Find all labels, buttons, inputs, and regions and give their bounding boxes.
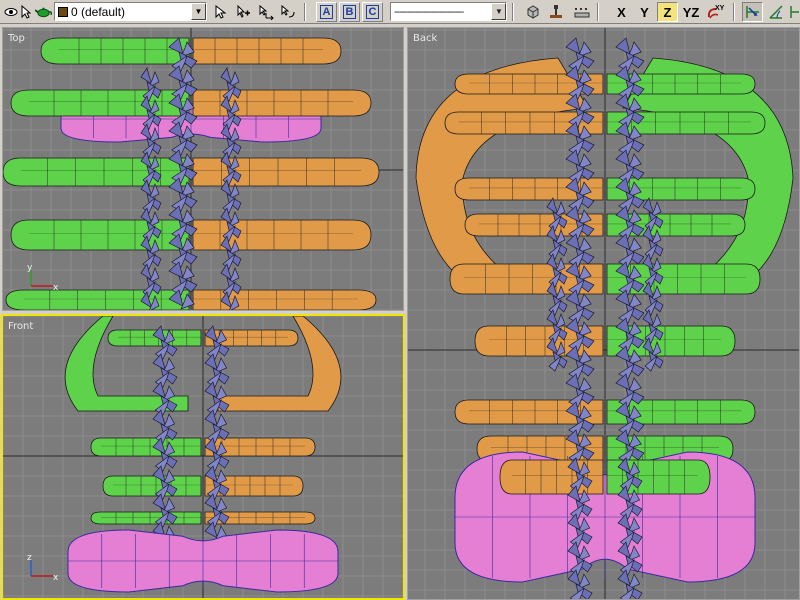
restrict-yz-button[interactable]: YZ bbox=[679, 2, 703, 22]
restrict-x-button[interactable]: X bbox=[611, 2, 632, 22]
layer-dropdown-value: 0 (default) bbox=[71, 4, 126, 19]
pointer-icon[interactable] bbox=[19, 2, 33, 22]
green-ring-left bbox=[3, 157, 190, 187]
chevron-down-icon[interactable]: ▼ bbox=[491, 3, 506, 20]
viewport-top[interactable]: Top y x bbox=[2, 27, 404, 311]
axis-z-tripod-label: z bbox=[27, 553, 32, 563]
viewport-front[interactable]: Front z x bbox=[1, 314, 405, 600]
orange-ring-right bbox=[192, 157, 380, 187]
percent-snap-icon[interactable] bbox=[787, 2, 800, 22]
viewport-back[interactable]: Back bbox=[407, 27, 800, 600]
green-ring-left bbox=[102, 475, 202, 497]
select-and-move-icon[interactable] bbox=[255, 2, 276, 22]
snap-b-label: B bbox=[342, 5, 357, 19]
select-and-rotate-icon[interactable] bbox=[277, 2, 298, 22]
toolbar-separator bbox=[733, 3, 735, 21]
green-ring-left bbox=[90, 437, 202, 457]
layer-color-swatch bbox=[58, 6, 68, 17]
axis-z-label: Z bbox=[663, 4, 672, 20]
restrict-z-button[interactable]: Z bbox=[657, 2, 678, 22]
layer-dropdown[interactable]: 0 (default) ▼ bbox=[54, 2, 207, 21]
green-ring-left bbox=[10, 89, 190, 117]
snap-c-label: C bbox=[365, 5, 380, 19]
axis-y-label: Y bbox=[640, 4, 649, 20]
snap-a-label: A bbox=[319, 5, 334, 19]
align-icon[interactable] bbox=[545, 2, 566, 22]
chain-mesh bbox=[615, 37, 631, 55]
snap-c-button[interactable]: C bbox=[362, 2, 383, 22]
viewport-back-label[interactable]: Back bbox=[413, 33, 437, 44]
toolbar-separator bbox=[304, 3, 306, 21]
snap-b-button[interactable]: B bbox=[339, 2, 360, 22]
select-and-link-icon[interactable] bbox=[233, 2, 254, 22]
green-ring-left bbox=[10, 219, 190, 251]
axis-x-tripod-label: x bbox=[53, 573, 59, 582]
toolbar-separator bbox=[512, 3, 514, 21]
axis-xy-super-label: XY bbox=[715, 5, 725, 12]
snap-toggle-icon[interactable] bbox=[742, 2, 763, 22]
axis-yz-label: YZ bbox=[682, 4, 700, 20]
viewport-top-label[interactable]: Top bbox=[8, 33, 25, 44]
spacing-tool-icon[interactable] bbox=[571, 2, 592, 22]
viewport-area: Top y x Front z x Back bbox=[0, 24, 800, 600]
viewport-front-label[interactable]: Front bbox=[8, 321, 33, 332]
orange-ring-right bbox=[192, 219, 372, 251]
axis-y-tripod-label: y bbox=[27, 263, 33, 273]
axis-x-label: X bbox=[617, 4, 626, 20]
orange-ring-right bbox=[192, 89, 372, 117]
restrict-xy-plane-button[interactable]: XY bbox=[703, 2, 727, 22]
toolbar-separator bbox=[597, 3, 599, 21]
restrict-y-button[interactable]: Y bbox=[634, 2, 655, 22]
named-selection-value: -------------------------- bbox=[394, 5, 464, 18]
green-ring-left bbox=[5, 289, 190, 310]
green-ring-left bbox=[90, 511, 202, 525]
snap-a-button[interactable]: A bbox=[316, 2, 337, 22]
orange-ring-right bbox=[192, 289, 377, 310]
mirror-icon[interactable] bbox=[522, 2, 543, 22]
named-selection-dropdown[interactable]: -------------------------- ▼ bbox=[390, 2, 507, 21]
axis-x-tripod-label: x bbox=[53, 283, 59, 292]
select-object-icon[interactable] bbox=[210, 2, 231, 22]
chevron-down-icon[interactable]: ▼ bbox=[191, 3, 206, 20]
main-toolbar: 0 (default) ▼ A B C --------------------… bbox=[0, 0, 800, 24]
viewport-back-canvas bbox=[408, 28, 799, 599]
angle-snap-icon[interactable] bbox=[765, 2, 786, 22]
chain-mesh bbox=[565, 37, 581, 55]
teapot-icon[interactable] bbox=[34, 2, 53, 22]
layer-visibility-eye-icon[interactable] bbox=[3, 2, 19, 22]
